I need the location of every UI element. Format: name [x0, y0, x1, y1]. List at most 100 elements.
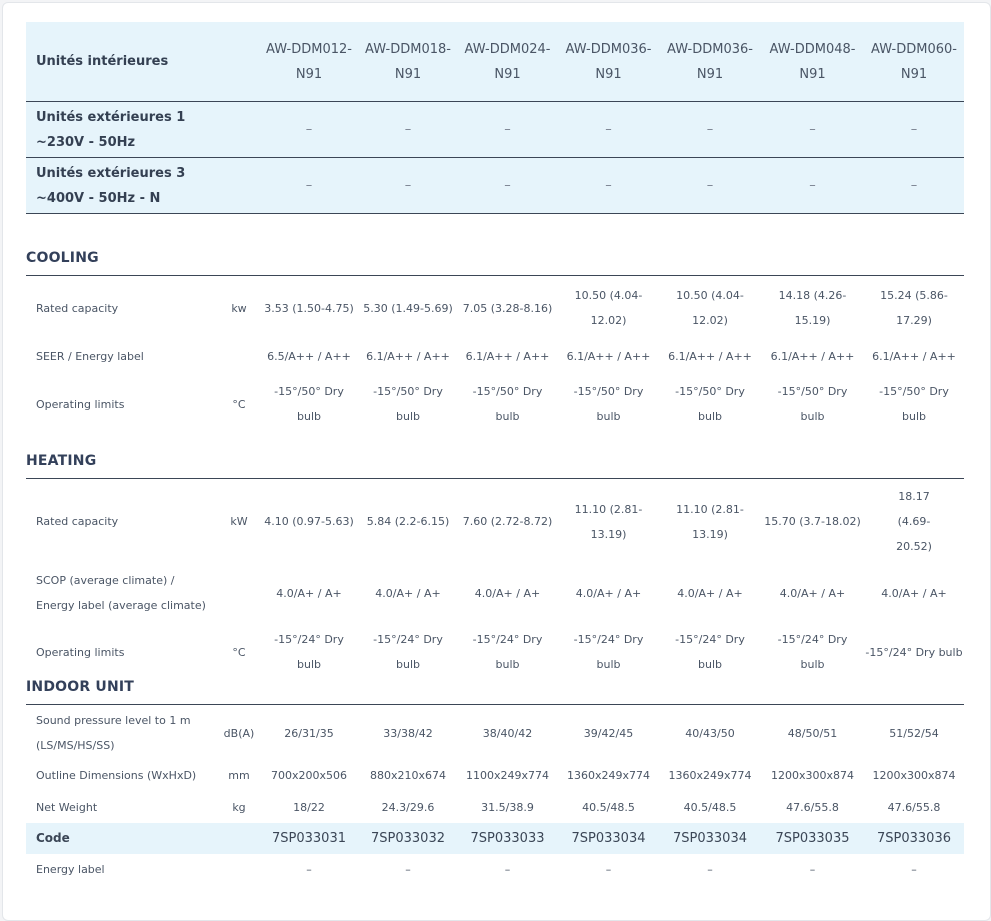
cooling-table: Rated capacity kw 3.53 (1.50-4.75) 5.30 … [26, 283, 964, 429]
cell: -15°/50° Dry bulb [675, 385, 745, 423]
indoor-unit-section-title: INDOOR UNIT [26, 679, 964, 705]
cell: 7SP033032 [371, 831, 445, 846]
cell: – [558, 101, 659, 158]
label-line: ~230V - 50Hz [36, 134, 136, 150]
sound-pressure-row: Sound pressure level to 1 m (LS/MS/HS/SS… [26, 707, 964, 759]
cell: -15°/50° Dry bulb [373, 385, 443, 423]
cooling-seer-row: SEER / Energy label 6.5/A++ / A++ 6.1/A+… [26, 333, 964, 379]
cell: – [558, 157, 659, 214]
cell: 26/31/35 [284, 726, 334, 740]
cell: -15°/50° Dry bulb [472, 385, 543, 423]
cell: 880x210x674 [369, 769, 446, 782]
cell: – [659, 157, 761, 214]
model-header: AW-DDM018-N91 [359, 22, 457, 102]
row-unit: kw [231, 301, 247, 315]
row-label: Operating limits [36, 397, 125, 411]
outline-dimensions-row: Outline Dimensions (WxHxD) mm 700x200x50… [26, 759, 964, 792]
cell: 7SP033035 [775, 831, 850, 846]
cell: 10.50 (4.04-12.02) [676, 289, 744, 327]
row-label: Net Weight [36, 801, 98, 814]
cell: 15.24 (5.86-17.29) [880, 289, 948, 327]
cell: 4.0/A+ / A+ [881, 586, 947, 600]
model-header: AW-DDM060-N91 [864, 22, 964, 102]
cell: – [864, 101, 964, 158]
outdoor-units-1-label: Unités extérieures 1 ~230V - 50Hz [26, 101, 259, 158]
cell: – [306, 863, 312, 876]
cell: -15°/24° Dry bulb [865, 645, 963, 659]
cell: 33/38/42 [383, 726, 433, 740]
cell: -15°/24° Dry bulb [573, 633, 644, 671]
row-unit: kW [230, 515, 248, 528]
cooling-rated-capacity-row: Rated capacity kw 3.53 (1.50-4.75) 5.30 … [26, 283, 964, 333]
cell: 1100x249x774 [465, 769, 549, 782]
row-unit [219, 559, 259, 627]
cell: 1200x300x874 [872, 769, 956, 782]
cell: 6.1/A++ / A++ [566, 349, 651, 363]
cooling-section-title: COOLING [26, 250, 964, 276]
heating-section-title: HEATING [26, 453, 964, 479]
cell: 11.10 (2.81-13.19) [676, 502, 744, 541]
cell: 1200x300x874 [770, 769, 854, 782]
cell: 7SP033031 [272, 831, 346, 846]
cell: -15°/50° Dry bulb [879, 385, 949, 423]
cell: – [864, 157, 964, 214]
row-label: Rated capacity [36, 301, 119, 315]
cell: 4.0/A+ / A+ [276, 586, 342, 600]
code-row: Code 7SP033031 7SP033032 7SP033033 7SP03… [26, 823, 964, 854]
cell: 4.0/A+ / A+ [779, 586, 846, 600]
cell: 1360x249x774 [566, 769, 650, 782]
row-label: Rated capacity [36, 515, 119, 528]
cell: 38/40/42 [482, 726, 533, 740]
model-header: AW-DDM036-N91 [558, 22, 659, 102]
cell: – [809, 863, 816, 876]
cell: 47.6/55.8 [786, 801, 839, 814]
cell: 14.18 (4.26-15.19) [778, 289, 847, 327]
cell: 18/22 [293, 801, 325, 814]
cell: -15°/24° Dry bulb [274, 633, 344, 671]
heating-table: Rated capacity kW 4.10 (0.97-5.63) 5.84 … [26, 484, 964, 677]
cell: – [259, 101, 359, 158]
cell: -15°/50° Dry bulb [573, 385, 644, 423]
cell: 7SP033034 [571, 831, 646, 846]
cell: 18.17 (4.69-20.52) [896, 490, 932, 553]
cell: – [457, 157, 558, 214]
model-header: AW-DDM036-N91 [659, 22, 761, 102]
cell: 7SP033034 [673, 831, 747, 846]
row-unit: mm [228, 769, 250, 782]
cell: 5.30 (1.49-5.69) [363, 301, 453, 315]
cell: – [659, 101, 761, 158]
cell: 15.70 (3.7-18.02) [764, 515, 861, 528]
heating-operating-limits-row: Operating limits °C -15°/24° Dry bulb -1… [26, 627, 964, 677]
cell: 47.6/55.8 [887, 801, 941, 814]
cell: – [761, 101, 864, 158]
cell: – [259, 157, 359, 214]
indoor-unit-table: Sound pressure level to 1 m (LS/MS/HS/SS… [26, 707, 964, 885]
cell: 6.5/A++ / A++ [267, 349, 351, 363]
row-label: Outline Dimensions (WxHxD) [36, 769, 197, 782]
cell: 4.0/A+ / A+ [677, 586, 743, 600]
model-header: AW-DDM048-N91 [761, 22, 864, 102]
units-header-table: Unités intérieures AW-DDM012-N91 AW-DDM0… [26, 22, 964, 214]
cell: 48/50/51 [787, 726, 838, 740]
cell: 6.1/A++ / A++ [872, 349, 956, 363]
label-line: Unités extérieures 3 [36, 165, 186, 181]
row-unit: °C [232, 397, 246, 411]
row-unit [219, 854, 259, 885]
cell: 7SP033033 [470, 831, 545, 846]
label-line: ~400V - 50Hz - N [36, 190, 161, 206]
cell: 24.3/29.6 [381, 801, 435, 814]
cell: 6.1/A++ / A++ [770, 349, 855, 363]
energy-label-row: Energy label – – – – – – – [26, 854, 964, 885]
cell: -15°/50° Dry bulb [777, 385, 848, 423]
cell: 3.53 (1.50-4.75) [264, 301, 354, 315]
cell: 11.10 (2.81-13.19) [574, 502, 643, 541]
cell: – [605, 863, 612, 876]
cell: 700x200x506 [270, 769, 347, 782]
cell: 7SP033036 [877, 831, 951, 846]
model-header: AW-DDM012-N91 [259, 22, 359, 102]
cell: 4.0/A+ / A+ [474, 586, 541, 600]
outdoor-units-3-label: Unités extérieures 3 ~400V - 50Hz - N [26, 157, 259, 214]
cell: -15°/24° Dry bulb [373, 633, 443, 671]
cell: -15°/24° Dry bulb [472, 633, 543, 671]
cell: -15°/50° Dry bulb [274, 385, 344, 423]
